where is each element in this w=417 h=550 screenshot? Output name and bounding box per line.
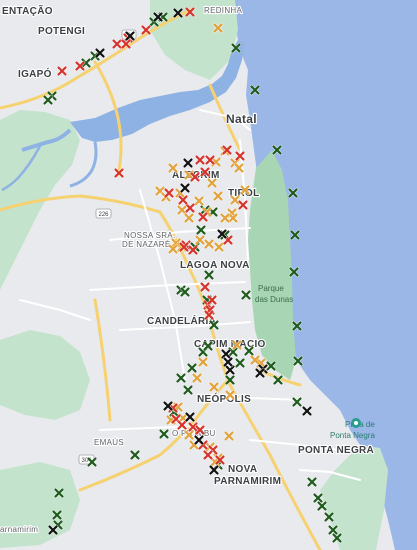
label-parnamirim: arnamirim [0,525,38,534]
route-shield-226: 226 [95,208,112,219]
label-parnamirim-nova: PARNAMIRIM [214,476,281,487]
label-top-left: ENTAÇÃO [2,4,53,17]
label-nossa-sra: NOSSA SRA. [124,231,175,240]
map-view[interactable]: 226 304 101 ENTAÇÃO REDINHA POTENGI IGAP… [0,0,417,550]
label-ponta-negra: PONTA NEGRA [298,445,374,456]
label-natal: Natal [226,112,257,126]
label-emaus: EMAÚS [94,438,124,447]
label-redinha: REDINHA [204,6,242,15]
label-das-dunas: das Dunas [255,295,293,304]
label-lagoa-nova: LAGOA NOVA [180,260,250,271]
label-pitimbu: O PITIMBU [172,429,216,438]
label-de-nazare: DE NAZARÉ [122,240,171,249]
label-nova: NOVA [228,464,257,475]
label-ponta-negra-beach: Ponta Negra [330,431,375,440]
label-neopolis: NEÓPOLIS [197,392,251,405]
label-igapo: IGAPÓ [18,67,52,80]
label-potengi: POTENGI [38,26,85,37]
beach-pin-icon[interactable] [351,418,361,428]
map-canvas[interactable]: 226 304 101 ENTAÇÃO REDINHA POTENGI IGAP… [0,0,417,550]
svg-text:226: 226 [98,212,109,218]
label-parque: Parque [258,284,284,293]
